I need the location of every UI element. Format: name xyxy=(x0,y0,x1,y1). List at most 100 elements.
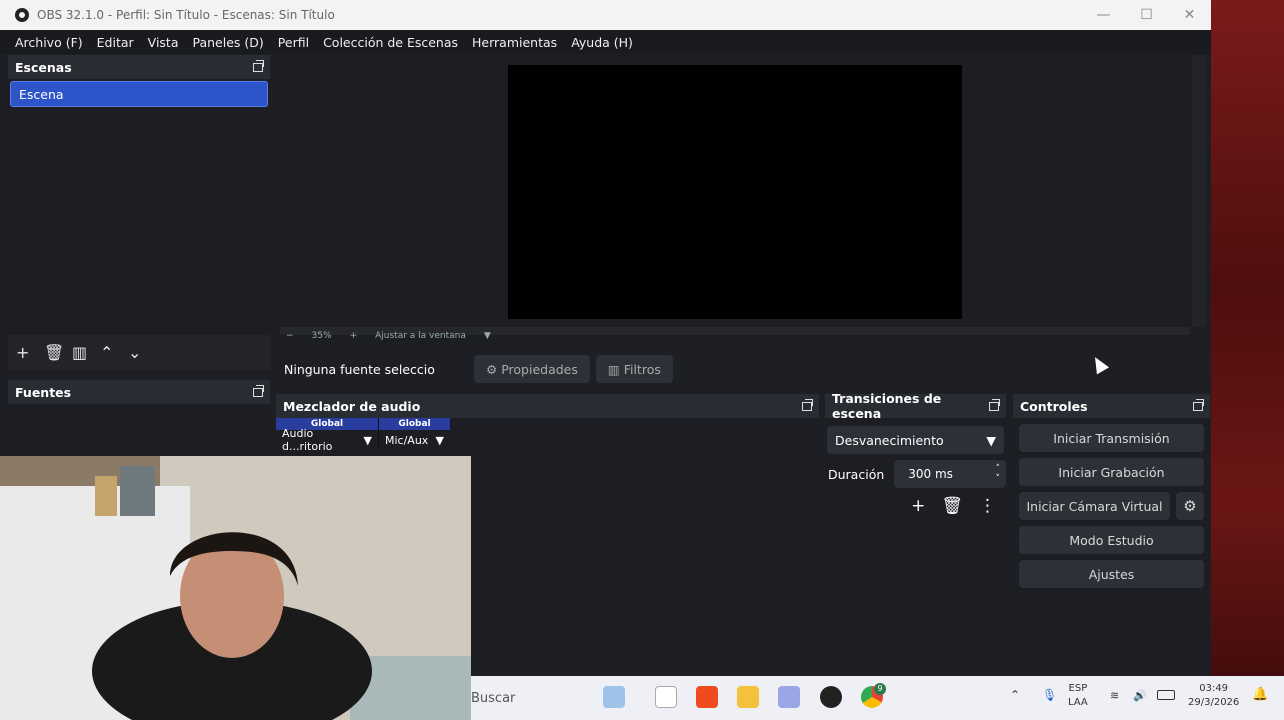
mixer-channels: Global Audio d...ritorio ▼ Global Mic/Au… xyxy=(276,418,819,453)
clock-time: 03:49 xyxy=(1199,683,1229,694)
chevron-up-icon[interactable]: ⌃ xyxy=(1010,688,1020,702)
trash-icon[interactable]: 🗑 xyxy=(941,496,963,516)
notification-icon[interactable]: 🔔 xyxy=(1252,688,1268,702)
lighthouse-icon[interactable] xyxy=(603,686,625,708)
folder-icon[interactable] xyxy=(737,686,759,708)
app-icon[interactable] xyxy=(778,686,800,708)
zoom-bar: − 35% + Ajustar a la ventana ▼ xyxy=(276,327,516,345)
undock-icon[interactable] xyxy=(253,59,264,72)
menu-archivo[interactable]: Archivo (F) xyxy=(8,35,90,50)
scenes-toolbar: + 🗑 ▥ ⌃ ⌄ xyxy=(8,335,270,370)
scene-item-escena[interactable]: Escena xyxy=(10,81,268,107)
duration-value: 300 ms xyxy=(908,467,953,481)
language-indicator[interactable]: ESP LAA xyxy=(1068,682,1088,710)
menu-ayuda[interactable]: Ayuda (H) xyxy=(564,35,640,50)
channel-name: Mic/Aux xyxy=(385,433,429,447)
close-button[interactable]: ✕ xyxy=(1168,0,1211,30)
menu-vista[interactable]: Vista xyxy=(141,35,186,50)
zoom-in-icon[interactable]: + xyxy=(350,331,358,341)
preview-vertical-scrollbar[interactable] xyxy=(1192,55,1206,327)
lang-code: ESP xyxy=(1068,683,1088,694)
gear-icon[interactable]: ⚙ xyxy=(1176,492,1204,520)
microphone-icon[interactable]: 🎙 xyxy=(1042,688,1057,702)
spin-arrows-icon[interactable]: ˄ ˅ xyxy=(996,464,1001,484)
properties-button[interactable]: ⚙ Propiedades xyxy=(474,355,590,383)
filters-button[interactable]: ▥ Filtros xyxy=(595,355,673,383)
virtual-camera-row: Iniciar Cámara Virtual ⚙ xyxy=(1019,492,1204,520)
desktop-background xyxy=(1210,0,1284,720)
undock-icon[interactable] xyxy=(989,398,1000,411)
scenes-dock: Escenas Escena + 🗑 ▥ ⌃ ⌄ xyxy=(8,55,270,372)
window-title: OBS 32.1.0 - Perfil: Sin Título - Escena… xyxy=(37,8,335,22)
controls-buttons: Iniciar Transmisión Iniciar Grabación In… xyxy=(1013,418,1210,588)
trash-icon[interactable]: 🗑 xyxy=(44,343,64,362)
transition-toolbar: + 🗑 ⋮ xyxy=(825,496,1006,516)
clock[interactable]: 03:49 29/3/2026 xyxy=(1188,682,1239,710)
chrome-badge: 9 xyxy=(874,683,886,695)
channel-name-dropdown[interactable]: Audio d...ritorio ▼ xyxy=(276,427,378,453)
sources-dock-title: Fuentes xyxy=(8,380,270,404)
wifi-icon[interactable]: ≋ xyxy=(1110,689,1119,703)
chevron-down-icon[interactable]: ▼ xyxy=(484,331,491,341)
transitions-title: Transiciones de escena xyxy=(832,391,942,421)
chevron-down-icon[interactable]: ⌄ xyxy=(128,343,141,362)
file-icon[interactable] xyxy=(655,686,677,708)
obs-taskbar-icon[interactable] xyxy=(820,686,842,708)
caret-down-icon: ▼ xyxy=(435,433,444,447)
start-record-button[interactable]: Iniciar Grabación xyxy=(1019,458,1204,486)
undock-icon[interactable] xyxy=(253,384,264,397)
menu-paneles[interactable]: Paneles (D) xyxy=(186,35,271,50)
duration-row: Duración 300 ms ˄ ˅ xyxy=(825,460,1006,488)
sources-title: Fuentes xyxy=(15,384,72,400)
zoom-out-icon[interactable]: − xyxy=(286,331,294,341)
more-vertical-icon[interactable]: ⋮ xyxy=(979,496,996,516)
scenes-dock-title: Escenas xyxy=(8,55,270,79)
filters-label: Filtros xyxy=(623,361,661,377)
mixer-channel: Global Audio d...ritorio ▼ xyxy=(276,418,378,453)
search-placeholder: Buscar xyxy=(471,690,516,706)
properties-label: Propiedades xyxy=(501,361,578,377)
menu-coleccion-escenas[interactable]: Colección de Escenas xyxy=(316,35,465,50)
start-virtual-camera-button[interactable]: Iniciar Cámara Virtual xyxy=(1019,492,1170,520)
scene-list: Escena xyxy=(8,81,270,335)
add-transition-icon[interactable]: + xyxy=(911,496,925,516)
preview-area xyxy=(276,55,1210,345)
controls-title: Controles xyxy=(1020,398,1088,414)
source-toolbar: Ninguna fuente seleccionada ⚙ Propiedade… xyxy=(276,350,1210,388)
webcam-person-image xyxy=(0,456,471,720)
selected-source-label: Ninguna fuente seleccionada xyxy=(284,361,436,377)
scenes-title: Escenas xyxy=(15,59,72,75)
layout-code: LAA xyxy=(1068,697,1088,708)
menu-perfil[interactable]: Perfil xyxy=(271,35,316,50)
channel-name-dropdown[interactable]: Mic/Aux ▼ xyxy=(379,430,450,450)
studio-mode-button[interactable]: Modo Estudio xyxy=(1019,526,1204,554)
brave-browser-icon[interactable] xyxy=(696,686,718,708)
menu-editar[interactable]: Editar xyxy=(90,35,141,50)
menu-herramientas[interactable]: Herramientas xyxy=(465,35,564,50)
duration-spinbox[interactable]: 300 ms ˄ ˅ xyxy=(894,460,1006,488)
chevron-up-icon[interactable]: ⌃ xyxy=(100,343,113,362)
minimize-button[interactable]: — xyxy=(1082,0,1125,30)
add-scene-icon[interactable]: + xyxy=(16,343,29,362)
undock-icon[interactable] xyxy=(802,398,813,411)
mixer-title: Mezclador de audio xyxy=(283,398,421,414)
obs-logo-icon xyxy=(15,8,29,22)
mixer-dock-title: Mezclador de audio xyxy=(276,394,819,418)
transitions-dock-title: Transiciones de escena xyxy=(825,391,1006,421)
channel-name: Audio d...ritorio xyxy=(282,427,333,453)
undock-icon[interactable] xyxy=(1193,398,1204,411)
taskbar-search[interactable]: Buscar xyxy=(471,681,621,715)
caret-down-icon: ▼ xyxy=(986,432,996,448)
maximize-button[interactable]: ☐ xyxy=(1125,0,1168,30)
battery-icon[interactable] xyxy=(1157,690,1175,700)
start-stream-button[interactable]: Iniciar Transmisión xyxy=(1019,424,1204,452)
transition-select[interactable]: Desvanecimiento ▼ xyxy=(827,426,1004,454)
preview-canvas[interactable] xyxy=(508,65,962,319)
title-bar: OBS 32.1.0 - Perfil: Sin Título - Escena… xyxy=(0,0,1211,30)
speaker-icon[interactable]: 🔊 xyxy=(1133,689,1147,703)
settings-button[interactable]: Ajustes xyxy=(1019,560,1204,588)
controls-dock: Controles Iniciar Transmisión Iniciar Gr… xyxy=(1013,394,1210,676)
duration-label: Duración xyxy=(828,466,885,482)
filter-icon[interactable]: ▥ xyxy=(72,343,87,362)
fit-window-label[interactable]: Ajustar a la ventana xyxy=(375,331,466,341)
